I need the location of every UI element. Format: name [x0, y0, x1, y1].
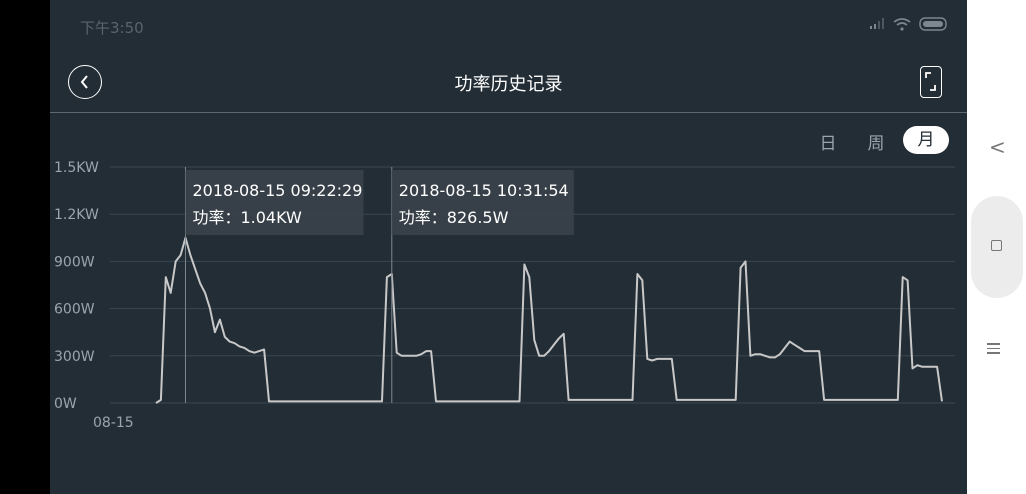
x-tick-label: 08-15 [93, 415, 134, 431]
power-history-chart: 0W 300W 600W 900W 1.2KW 1.5KW 08-15 2018-08-15 … [54, 160, 955, 431]
signal-icon [870, 18, 884, 29]
home-square-icon [991, 240, 1002, 251]
menu-line [987, 343, 1000, 345]
status-time: 下午3:50 [80, 19, 144, 37]
tooltip-value: 功率：1.04KW [192, 208, 302, 227]
nav-back-button[interactable]: < [989, 135, 1006, 159]
menu-line [987, 352, 1000, 354]
y-tick-label: 1.2KW [54, 207, 99, 223]
header-bar: 功率历史记录 [50, 54, 967, 113]
status-icons [869, 17, 949, 31]
page-title: 功率历史记录 [454, 74, 563, 95]
left-edge [0, 0, 50, 494]
y-tick-label: 0W [54, 396, 77, 412]
fullscreen-icon [925, 72, 936, 91]
app-screen: 下午3:50 功率历史记录 日 周 月 0W 300W 600W 900W 1.… [50, 0, 967, 494]
y-tick-label: 600W [54, 302, 95, 318]
y-tick-label: 300W [54, 349, 95, 365]
system-nav-bar: < [967, 0, 1026, 494]
tooltip-value: 功率：826.5W [399, 208, 509, 227]
nav-home-button[interactable] [971, 196, 1023, 298]
fullscreen-button[interactable] [920, 66, 942, 98]
nav-menu-button[interactable] [987, 340, 1000, 357]
battery-icon [919, 17, 947, 31]
menu-line [987, 347, 1000, 349]
wifi-icon [893, 17, 911, 31]
tooltip-time: 2018-08-15 10:31:54 [399, 181, 569, 200]
power-series-line [155, 236, 943, 404]
y-tick-label: 1.5KW [54, 160, 99, 176]
tooltip-time: 2018-08-15 09:22:29 [192, 181, 362, 200]
status-bar: 下午3:50 [50, 0, 967, 54]
y-tick-label: 900W [54, 254, 95, 270]
